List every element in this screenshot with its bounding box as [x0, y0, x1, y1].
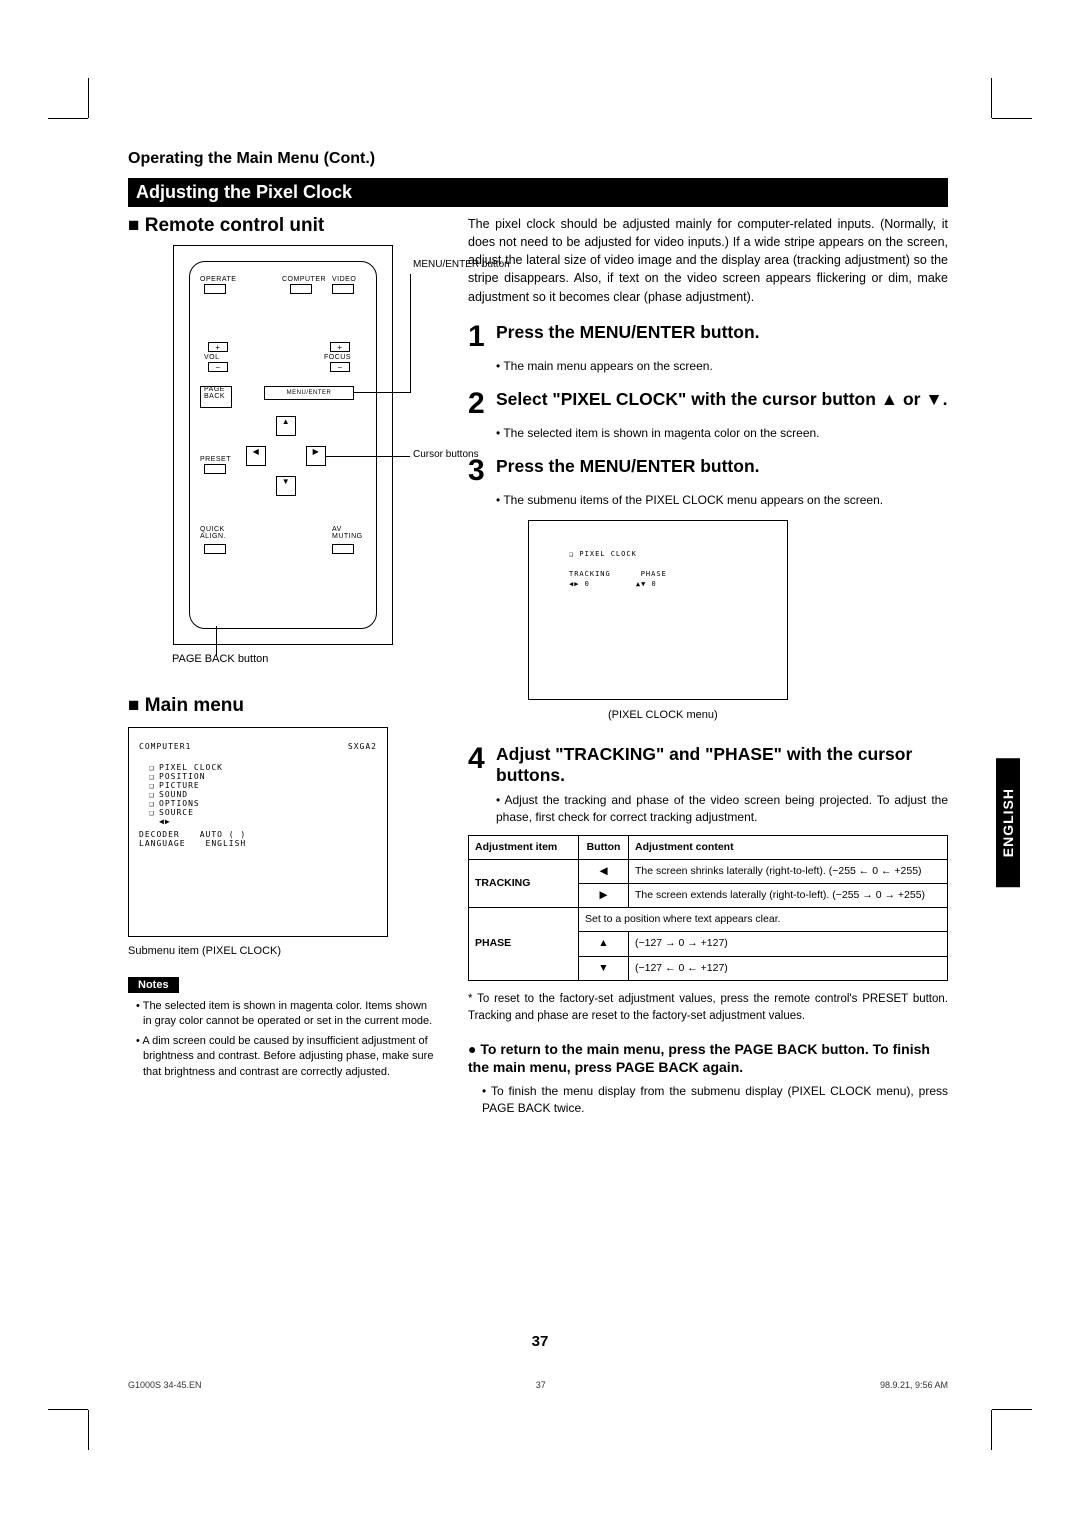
footer-timestamp: 98.9.21, 9:56 AM — [880, 1380, 948, 1390]
menu-item: SOURCE — [159, 808, 194, 817]
av-muting-button[interactable] — [332, 544, 354, 554]
step1-bullet: The main menu appears on the screen. — [496, 358, 948, 375]
computer-label: COMPUTER — [282, 276, 326, 283]
table-cell: (−127 ← 0 ← +127) — [629, 956, 948, 980]
step4-title: Adjust "TRACKING" and "PHASE" with the c… — [496, 744, 948, 786]
page-back-callout: PAGE BACK button — [172, 653, 438, 665]
computer-button[interactable] — [290, 284, 312, 294]
vol-minus-button[interactable]: − — [208, 362, 228, 372]
submenu-caption: (PIXEL CLOCK menu) — [608, 708, 948, 724]
intro-paragraph: The pixel clock should be adjusted mainl… — [468, 215, 948, 306]
step-number: 1 — [468, 322, 496, 352]
table-cell: Set to a position where text appears cle… — [579, 908, 948, 932]
video-button[interactable] — [332, 284, 354, 294]
note-item: A dim screen could be caused by insuffic… — [136, 1034, 438, 1080]
preset-button[interactable] — [204, 464, 226, 474]
table-cell: The screen extends laterally (right-to-l… — [629, 883, 948, 907]
step4-bullet: Adjust the tracking and phase of the vid… — [496, 792, 948, 827]
focus-plus-button[interactable]: + — [330, 342, 350, 352]
page-number: 37 — [0, 1333, 1080, 1350]
decoder-value: AUTO ( ) — [200, 830, 247, 839]
quick-align-label: QUICKALIGN. — [200, 526, 226, 540]
step-number: 4 — [468, 744, 496, 786]
step-number: 3 — [468, 456, 496, 486]
table-cell: The screen shrinks laterally (right-to-l… — [629, 859, 948, 883]
table-header: Adjustment item — [469, 835, 579, 859]
menu-item: SOUND — [159, 790, 188, 799]
mainmenu-source-right: SXGA2 — [348, 742, 377, 751]
tracking-value: ◀▶ 0 — [569, 579, 590, 589]
table-cell: (−127 → 0 → +127) — [629, 932, 948, 956]
quick-align-button[interactable] — [204, 544, 226, 554]
cursor-left-button[interactable]: ◀ — [246, 446, 266, 466]
step2-title: Select "PIXEL CLOCK" with the cursor but… — [496, 389, 948, 419]
submenu-title: ❑ PIXEL CLOCK — [569, 549, 637, 559]
table-item-tracking: TRACKING — [469, 859, 579, 907]
table-header: Button — [579, 835, 629, 859]
final-instruction: To return to the main menu, press the PA… — [468, 1040, 948, 1076]
pixelclock-submenu-diagram: ❑ PIXEL CLOCK TRACKING PHASE ◀▶ 0 ▲▼ 0 — [528, 520, 788, 700]
mainmenu-heading: Main menu — [128, 695, 438, 717]
adjustment-table: Adjustment item Button Adjustment conten… — [468, 835, 948, 981]
preset-label: PRESET — [200, 456, 231, 463]
page-header: Operating the Main Menu (Cont.) — [128, 150, 948, 168]
step3-bullet: The submenu items of the PIXEL CLOCK men… — [496, 492, 948, 509]
vol-plus-button[interactable]: + — [208, 342, 228, 352]
tracking-label: TRACKING — [569, 569, 611, 579]
menu-enter-callout: MENU/ENTER button — [413, 259, 510, 271]
menu-enter-button[interactable]: MENU/ENTER — [264, 386, 354, 400]
button-up-icon: ▲ — [579, 932, 629, 956]
remote-diagram: OPERATE COMPUTER VIDEO VOL + − FOCUS + −… — [173, 245, 393, 645]
cursor-down-button[interactable]: ▼ — [276, 476, 296, 496]
video-label: VIDEO — [332, 276, 356, 283]
focus-label: FOCUS — [324, 354, 351, 361]
mainmenu-source-left: COMPUTER1 — [139, 742, 191, 751]
language-tab: ENGLISH — [996, 758, 1020, 887]
footer-filename: G1000S 34-45.EN — [128, 1380, 202, 1390]
reset-footnote: * To reset to the factory-set adjustment… — [468, 991, 948, 1024]
language-value: ENGLISH — [206, 839, 247, 848]
vol-label: VOL — [204, 354, 220, 361]
pageback-label: PAGEBACK — [204, 386, 225, 400]
menu-arrows: ◀▶ — [159, 817, 171, 826]
table-header: Adjustment content — [629, 835, 948, 859]
operate-button[interactable] — [204, 284, 226, 294]
operate-label: OPERATE — [200, 276, 236, 283]
menu-item: OPTIONS — [159, 799, 200, 808]
note-item: The selected item is shown in magenta co… — [136, 999, 438, 1030]
button-left-icon: ◀ — [579, 859, 629, 883]
menu-item: POSITION — [159, 772, 206, 781]
language-label: LANGUAGE — [139, 839, 186, 848]
button-down-icon: ▼ — [579, 956, 629, 980]
mainmenu-caption: Submenu item (PIXEL CLOCK) — [128, 945, 438, 957]
table-item-phase: PHASE — [469, 908, 579, 981]
final-bullet: To finish the menu display from the subm… — [482, 1083, 948, 1118]
cursor-up-button[interactable]: ▲ — [276, 416, 296, 436]
button-right-icon: ▶ — [579, 883, 629, 907]
phase-label: PHASE — [641, 569, 667, 579]
menu-item: PIXEL CLOCK — [159, 763, 223, 772]
menu-item: PICTURE — [159, 781, 200, 790]
mainmenu-diagram: COMPUTER1 SXGA2 ❑PIXEL CLOCK ❑POSITION ❑… — [128, 727, 388, 937]
decoder-label: DECODER — [139, 830, 180, 839]
phase-value: ▲▼ 0 — [636, 579, 657, 589]
step3-title: Press the MENU/ENTER button. — [496, 456, 948, 486]
cursor-right-button[interactable]: ▶ — [306, 446, 326, 466]
step2-bullet: The selected item is shown in magenta co… — [496, 425, 948, 442]
section-title-bar: Adjusting the Pixel Clock — [128, 178, 948, 207]
step-number: 2 — [468, 389, 496, 419]
notes-heading: Notes — [128, 977, 179, 993]
focus-minus-button[interactable]: − — [330, 362, 350, 372]
remote-heading: Remote control unit — [128, 215, 438, 237]
footer-page: 37 — [536, 1380, 546, 1390]
step1-title: Press the MENU/ENTER button. — [496, 322, 948, 352]
av-muting-label: AVMUTING — [332, 526, 363, 540]
cursor-callout: Cursor buttons — [413, 449, 479, 460]
